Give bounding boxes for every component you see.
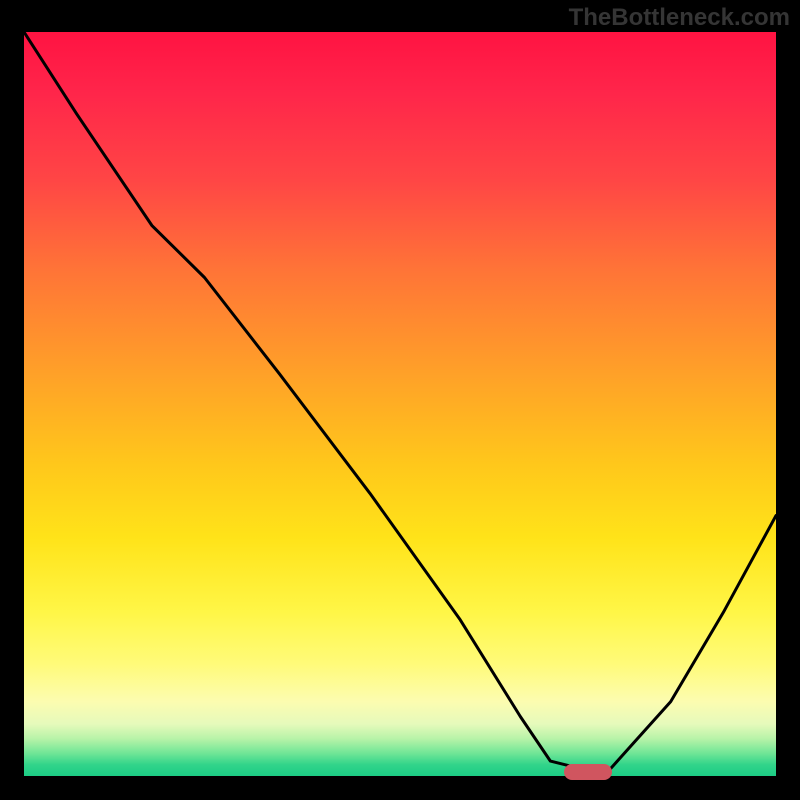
plot-area [24, 32, 776, 776]
curve-svg [24, 32, 776, 776]
bottleneck-curve [24, 32, 776, 769]
optimal-marker [564, 764, 612, 780]
watermark-text: TheBottleneck.com [569, 4, 790, 32]
chart-container: TheBottleneck.com [0, 0, 800, 800]
